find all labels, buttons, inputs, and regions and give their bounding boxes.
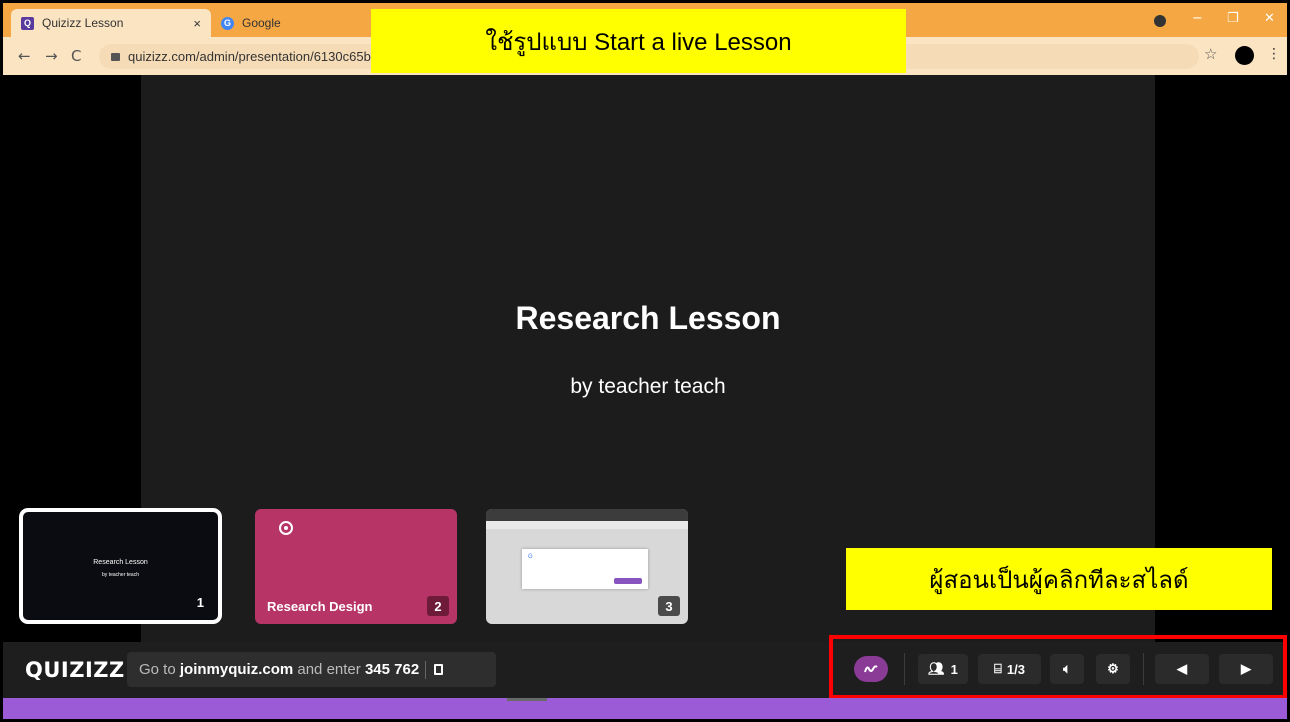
target-icon [279,521,293,535]
thumbnail-preview-header [486,509,688,521]
google-logo-icon: G [528,554,533,560]
avatar[interactable] [1235,46,1254,65]
thumbnail-title: Research Lesson [93,559,148,566]
menu-dots-icon[interactable]: ⋮ [1267,46,1281,62]
google-favicon-icon: G [221,16,234,30]
minimize-icon[interactable]: − [1192,11,1203,26]
quizizz-logo: QUIZIZZ [25,658,125,682]
close-window-icon[interactable]: ✕ [1264,11,1275,26]
slide-subtitle: by teacher teach [570,375,726,398]
tab-label: Google [242,16,281,30]
close-tab-icon[interactable]: × [193,16,201,31]
bottom-bar [3,698,1287,719]
quizizz-favicon-icon: Q [21,16,34,30]
reload-icon[interactable]: C [71,47,81,65]
url-text: quizizz.com/admin/presentation/6130c65b8… [128,49,400,64]
annotation-top: ใช้รูปแบบ Start a live Lesson [371,9,906,73]
slide-number: 1 [196,595,204,610]
join-code: 345 762 [364,661,420,678]
thumbnail-preview-toolbar [486,521,688,529]
slide-thumbnail-1[interactable]: Research Lesson by teacher teach 1 [19,508,222,624]
join-code-box[interactable]: Go to joinmyquiz.com and enter 345 762 [127,652,496,687]
slide-thumbnail-2[interactable]: Research Design 2 [255,509,457,624]
profile-menu-icon[interactable] [1154,15,1166,27]
forward-arrow-icon[interactable]: → [45,47,58,65]
back-arrow-icon[interactable]: ← [18,47,31,65]
thumbnail-subtitle: by teacher teach [102,572,139,578]
slide-thumbnail-3[interactable]: G 3 [486,509,688,624]
bookmark-star-icon[interactable]: ☆ [1204,45,1217,63]
copy-icon[interactable] [434,664,444,675]
divider [425,660,427,679]
slide-number: 3 [658,596,680,616]
slide-title: Research Lesson [515,300,781,336]
tab-quizizz-lesson[interactable]: Q Quizizz Lesson × [11,9,211,37]
tab-google[interactable]: G Google [211,9,371,37]
tab-label: Quizizz Lesson [42,16,124,30]
lock-icon [111,52,120,61]
join-site: joinmyquiz.com [179,661,294,678]
screen: Q Quizizz Lesson × G Google − ❐ ✕ ← → C … [0,0,1290,722]
progress-indicator [507,698,547,701]
thumbnail-preview-dialog: G [522,549,648,589]
thumbnail-title: Research Design [267,599,373,614]
annotation-right: ผู้สอนเป็นผู้คลิกทีละสไลด์ [846,548,1272,610]
join-prefix: Go to [139,661,176,678]
slide-number: 2 [427,596,449,616]
restore-icon[interactable]: ❐ [1227,11,1239,26]
thumbnail-preview-button [614,578,642,584]
highlight-box [829,635,1287,699]
join-mid: and enter [297,661,361,678]
